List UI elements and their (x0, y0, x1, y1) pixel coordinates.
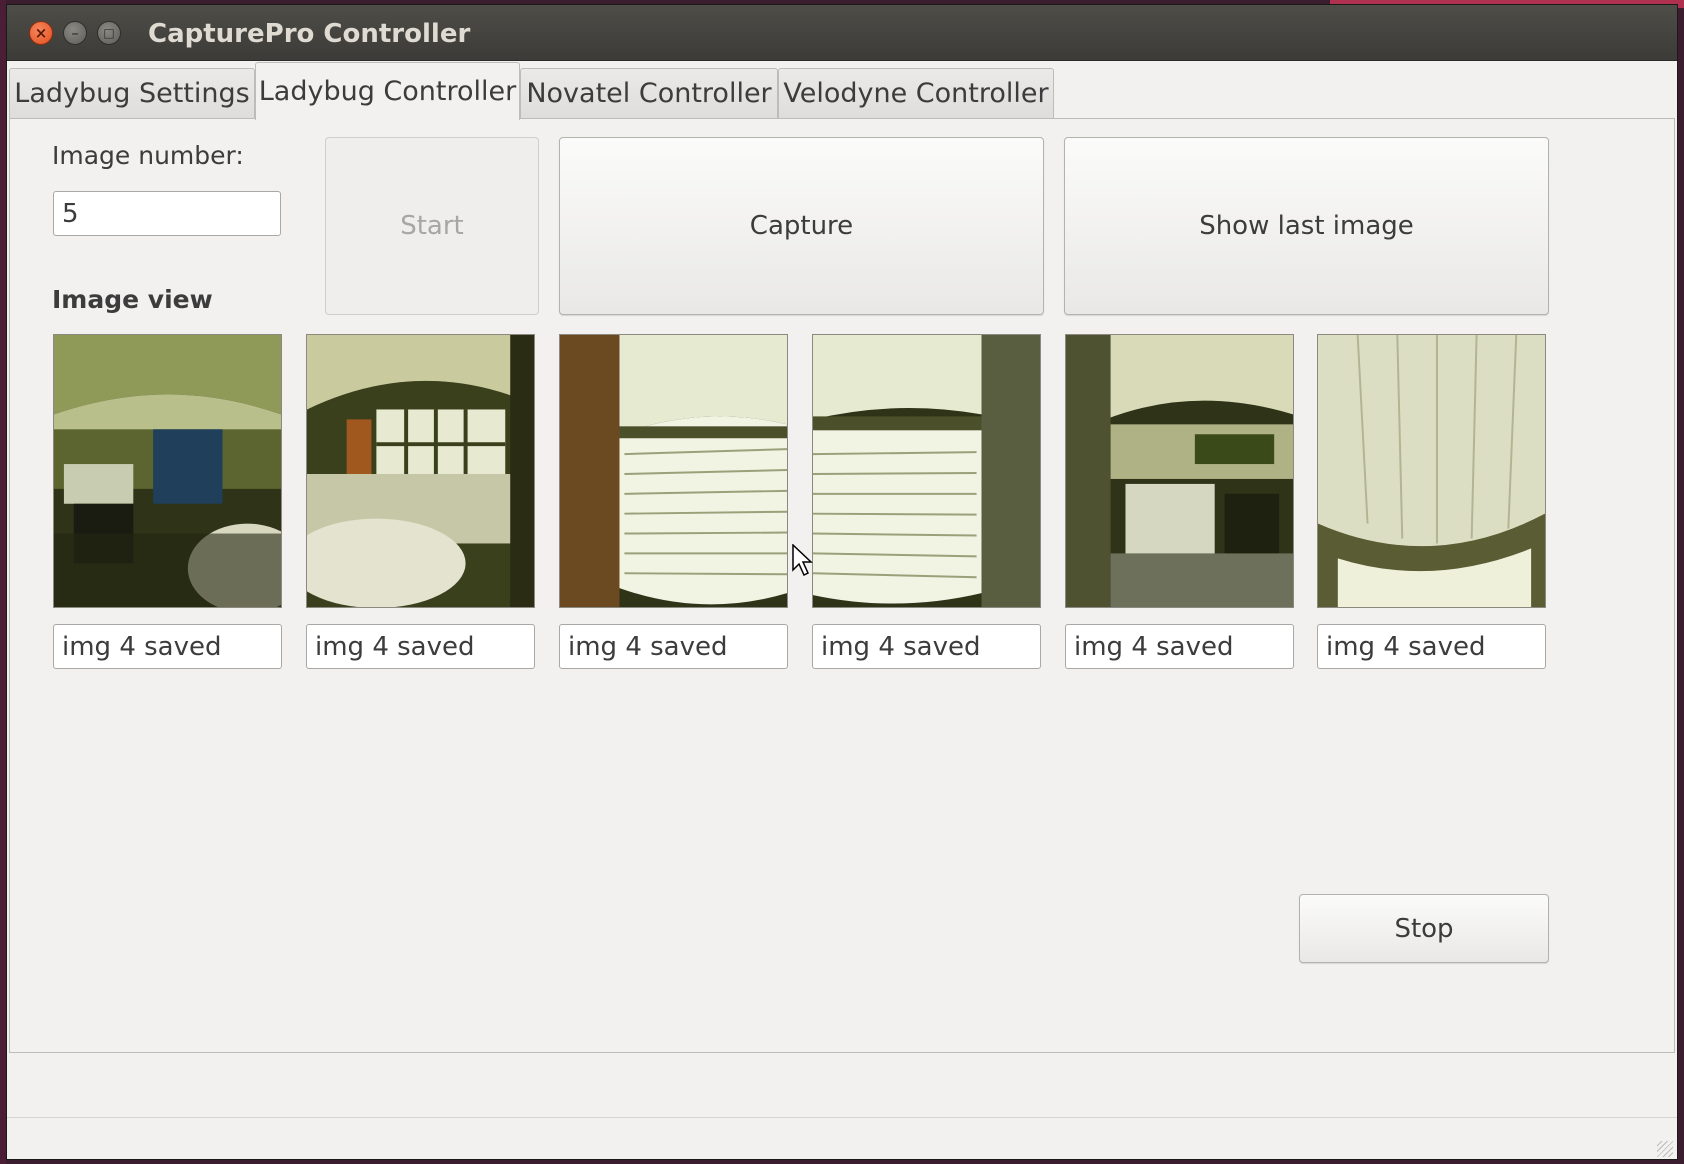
status-bar (7, 1117, 1677, 1159)
image-number-field[interactable] (53, 191, 281, 236)
camera-image-5 (1317, 334, 1546, 608)
camera-image-0 (53, 334, 282, 608)
tab-velodyne-controller[interactable]: Velodyne Controller (778, 68, 1054, 118)
window-title: CapturePro Controller (148, 19, 471, 49)
image-view-heading: Image view (52, 285, 213, 314)
resize-grip-icon[interactable] (1657, 1141, 1673, 1157)
image-status-field-0[interactable] (53, 624, 282, 669)
office-camera-4-icon (1066, 335, 1293, 607)
title-bar[interactable]: × – □ CapturePro Controller (7, 5, 1677, 61)
tab-novatel-controller[interactable]: Novatel Controller (520, 68, 778, 118)
close-window-icon[interactable]: × (29, 21, 53, 45)
camera-image-4 (1065, 334, 1294, 608)
show-last-image-button[interactable]: Show last image (1064, 137, 1549, 315)
ladybug-controller-panel: Image number: Image view Start Capture S… (9, 118, 1675, 1053)
tab-ladybug-settings[interactable]: Ladybug Settings (9, 68, 255, 118)
maximize-window-icon[interactable]: □ (97, 21, 121, 45)
image-status-field-2[interactable] (559, 624, 788, 669)
image-status-field-4[interactable] (1065, 624, 1294, 669)
window-camera-2-icon (560, 335, 787, 607)
tab-ladybug-controller[interactable]: Ladybug Controller (255, 62, 520, 120)
minimize-window-icon[interactable]: – (63, 21, 87, 45)
image-status-field-3[interactable] (812, 624, 1041, 669)
tab-bar: Ladybug Settings Ladybug Controller Nova… (7, 60, 1677, 120)
ceiling-camera-5-icon (1318, 335, 1545, 607)
capture-button[interactable]: Capture (559, 137, 1044, 315)
office-camera-1-icon (307, 335, 534, 607)
image-number-label: Image number: (52, 141, 244, 170)
app-window: × – □ CapturePro Controller Ladybug Sett… (6, 4, 1678, 1160)
camera-image-2 (559, 334, 788, 608)
mouse-pointer-icon (792, 544, 813, 577)
image-status-field-1[interactable] (306, 624, 535, 669)
office-camera-0-icon (54, 335, 281, 607)
stop-button[interactable]: Stop (1299, 894, 1549, 963)
camera-image-3 (812, 334, 1041, 608)
window-camera-3-icon (813, 335, 1040, 607)
start-button[interactable]: Start (325, 137, 539, 315)
camera-image-1 (306, 334, 535, 608)
image-status-field-5[interactable] (1317, 624, 1546, 669)
